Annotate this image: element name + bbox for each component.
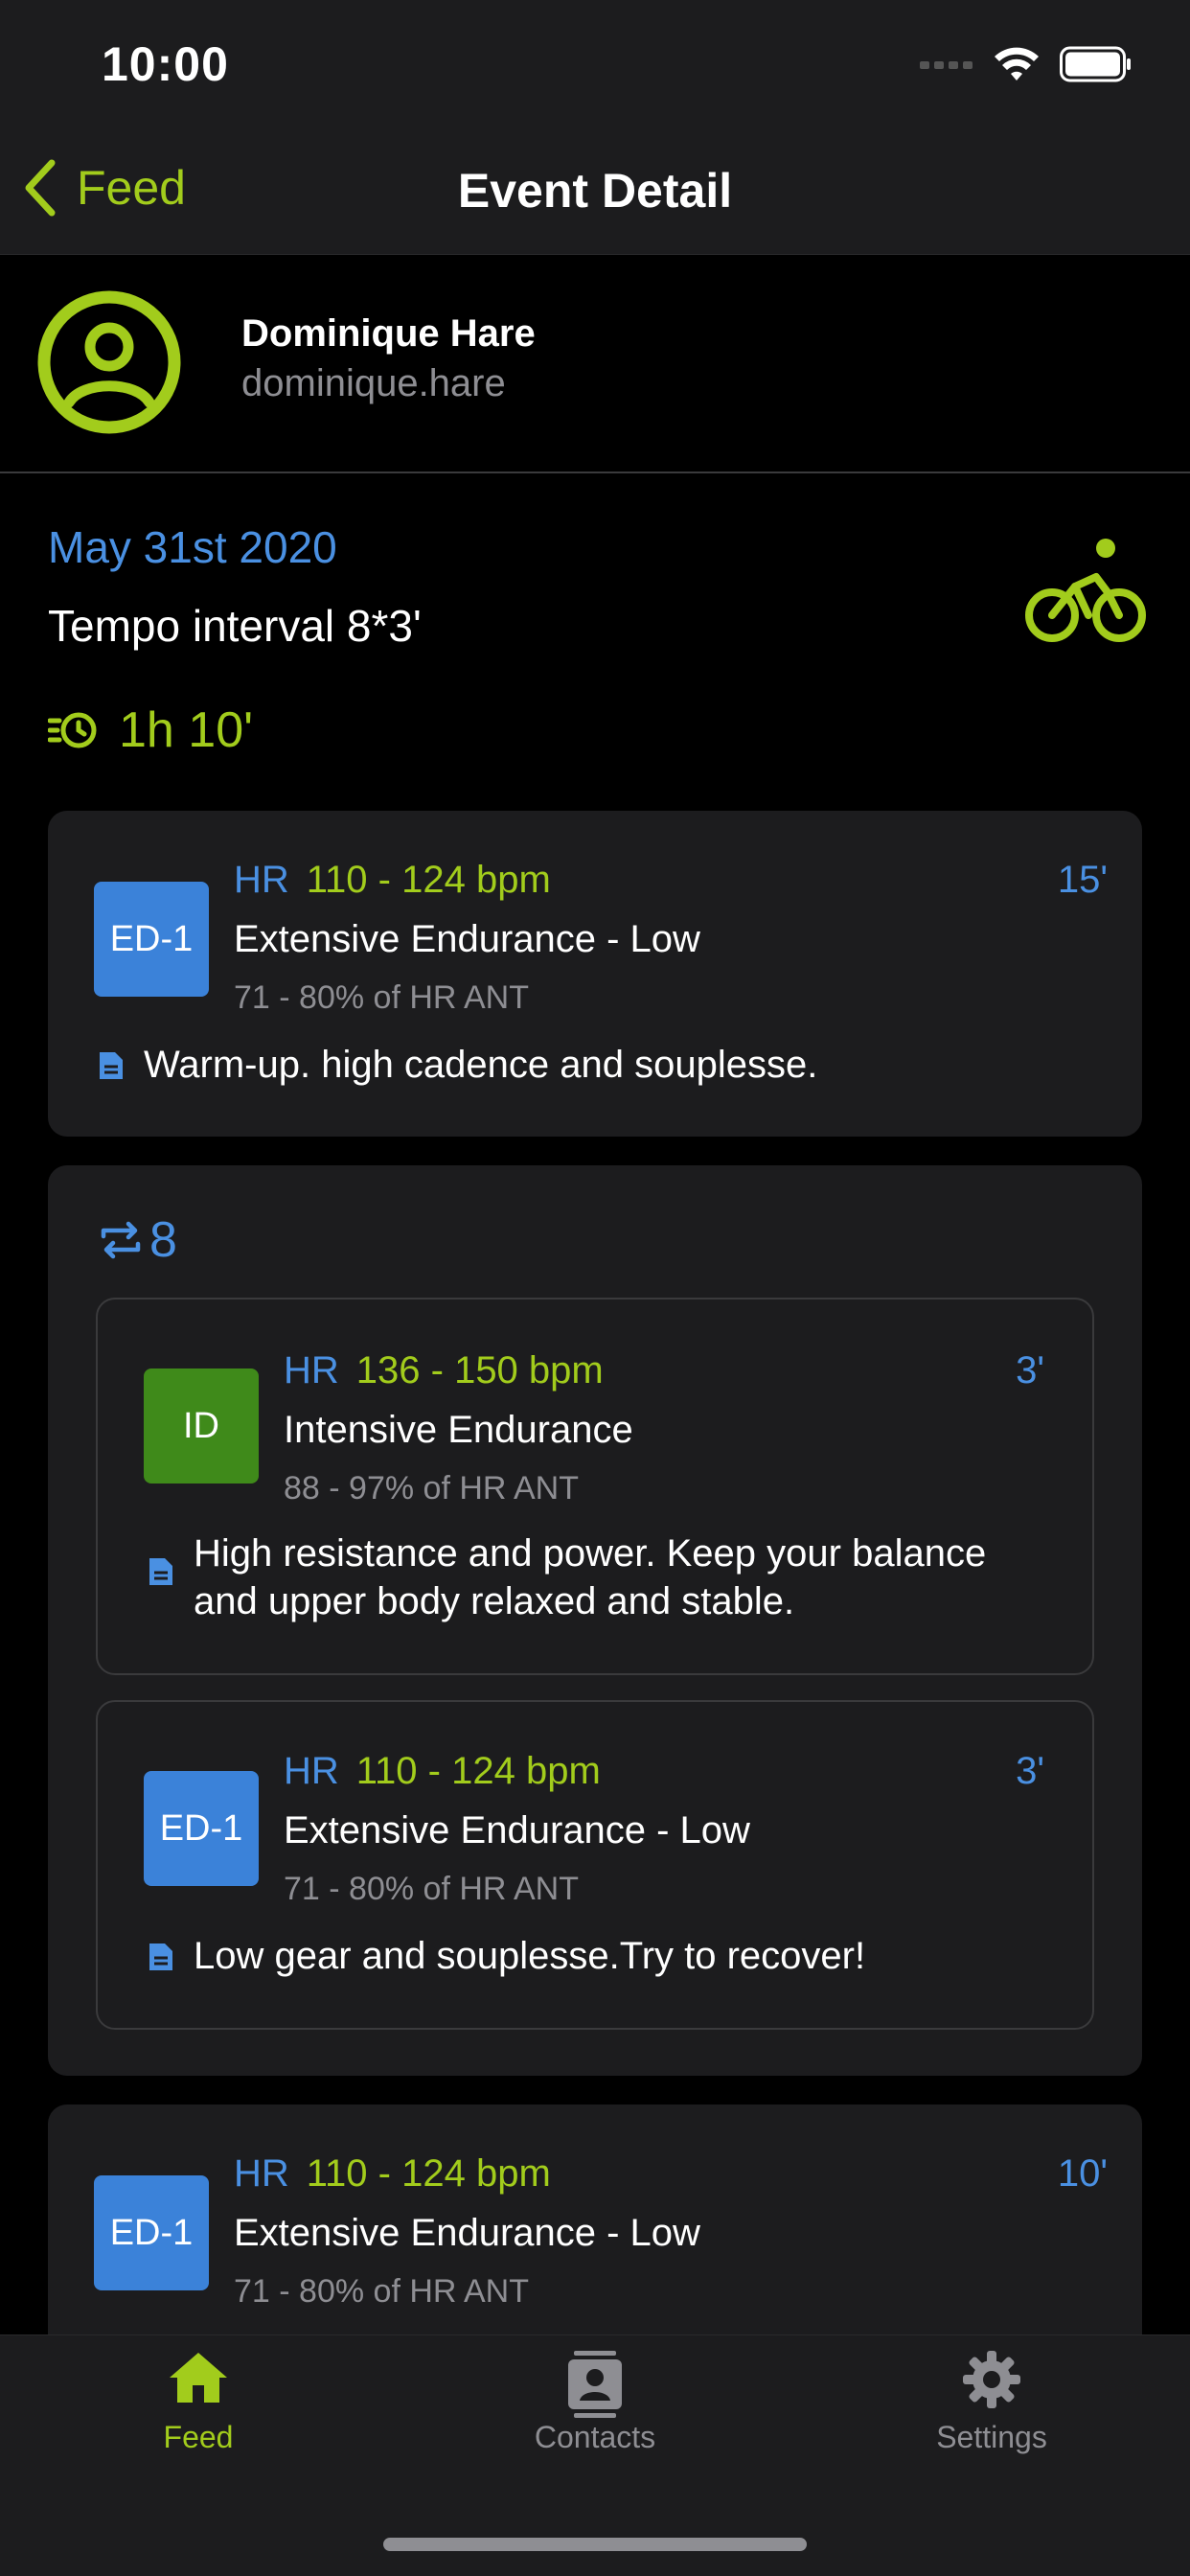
step-note: Low gear and souplesse.Try to recover! <box>148 1932 865 1980</box>
step-duration: 3' <box>1016 1349 1044 1392</box>
tab-feed[interactable]: Feed <box>0 2335 397 2527</box>
tab-label: Settings <box>936 2420 1047 2454</box>
step-card-warmup[interactable]: ED-1 HR 110 - 124 bpm 15' Extensive Endur… <box>48 811 1142 1137</box>
status-time: 10:00 <box>102 37 229 91</box>
step-duration: 10' <box>1057 2152 1108 2195</box>
note-text: High resistance and power. Keep your bal… <box>194 1530 986 1625</box>
user-header[interactable]: Dominique Hare dominique.hare <box>0 255 1190 473</box>
avatar-icon <box>37 290 181 434</box>
zone-name: Extensive Endurance - Low <box>234 918 700 960</box>
battery-icon <box>1060 46 1131 82</box>
hr-row: HR 110 - 124 bpm <box>234 859 551 902</box>
note-icon <box>100 1052 123 1079</box>
hr-label: HR <box>284 1349 339 1392</box>
hr-range: 110 - 124 bpm <box>306 2152 551 2195</box>
signal-icon <box>920 61 973 69</box>
status-bar: 10:00 <box>0 0 1190 126</box>
step-note: High resistance and power. Keep your bal… <box>148 1530 986 1625</box>
home-indicator[interactable] <box>383 2538 807 2551</box>
zone-badge: ID <box>144 1368 259 1484</box>
user-handle: dominique.hare <box>241 362 506 404</box>
hr-row: HR 110 - 124 bpm <box>284 1750 601 1793</box>
zone-percentage: 88 - 97% of HR ANT <box>284 1470 580 1506</box>
note-text: Low gear and souplesse.Try to recover! <box>194 1935 866 1977</box>
step-card-interval[interactable]: ID HR 136 - 150 bpm 3' Intensive Enduranc… <box>96 1298 1094 1675</box>
duration-text: 1h 10' <box>119 702 254 758</box>
hr-range: 110 - 124 bpm <box>306 859 551 901</box>
step-duration: 15' <box>1057 859 1108 901</box>
zone-name: Intensive Endurance <box>284 1409 633 1451</box>
note-line: High resistance and power. Keep your bal… <box>194 1532 987 1575</box>
home-icon <box>170 2353 227 2403</box>
wifi-icon <box>995 47 1039 80</box>
event-duration: 1h 10' <box>48 702 253 759</box>
note-icon <box>149 1944 172 1970</box>
step-note: Warm-up. high cadence and souplesse. <box>98 1041 817 1089</box>
note-text: Warm-up. high cadence and souplesse. <box>144 1044 818 1086</box>
note-icon <box>149 1558 172 1585</box>
hr-row: HR 136 - 150 bpm <box>284 1349 604 1392</box>
contacts-icon <box>568 2351 622 2418</box>
hr-row: HR 110 - 124 bpm <box>234 2152 551 2196</box>
step-duration: 3' <box>1016 1750 1044 1792</box>
hr-label: HR <box>234 859 289 901</box>
hr-range: 136 - 150 bpm <box>355 1349 604 1392</box>
zone-name: Extensive Endurance - Low <box>284 1809 750 1852</box>
user-name: Dominique Hare <box>241 312 536 355</box>
hr-label: HR <box>234 2152 289 2195</box>
zone-badge: ED-1 <box>94 2175 209 2290</box>
note-line: and upper body relaxed and stable. <box>194 1580 795 1622</box>
cycling-icon <box>1025 539 1146 642</box>
event-title: Tempo interval 8*3' <box>48 601 422 651</box>
repeat-count: 8 <box>149 1212 177 1268</box>
zone-badge: ED-1 <box>94 882 209 997</box>
step-card-recovery[interactable]: ED-1 HR 110 - 124 bpm 3' Extensive Endura… <box>96 1700 1094 2030</box>
zone-badge: ED-1 <box>144 1771 259 1886</box>
tab-contacts[interactable]: Contacts <box>397 2335 793 2527</box>
status-icons <box>920 46 1133 82</box>
hr-label: HR <box>284 1750 339 1792</box>
repeat-indicator: 8 <box>100 1211 177 1269</box>
tab-label: Feed <box>163 2420 234 2454</box>
page-title: Event Detail <box>457 164 733 218</box>
hr-range: 110 - 124 bpm <box>355 1750 601 1792</box>
zone-percentage: 71 - 80% of HR ANT <box>234 979 530 1016</box>
timer-icon <box>48 712 97 748</box>
event-date: May 31st 2020 <box>48 522 337 572</box>
zone-percentage: 71 - 80% of HR ANT <box>284 1871 580 1907</box>
navigation-bar: Feed Event Detail <box>0 126 1190 255</box>
zone-percentage: 71 - 80% of HR ANT <box>234 2273 530 2310</box>
repeat-icon <box>101 1221 141 1259</box>
zone-name: Extensive Endurance - Low <box>234 2212 700 2254</box>
tab-label: Contacts <box>534 2420 656 2454</box>
gear-icon <box>963 2351 1020 2408</box>
tab-settings[interactable]: Settings <box>793 2335 1190 2527</box>
repeat-block: 8 ID HR 136 - 150 bpm 3' Intensive Endura… <box>48 1165 1142 2076</box>
